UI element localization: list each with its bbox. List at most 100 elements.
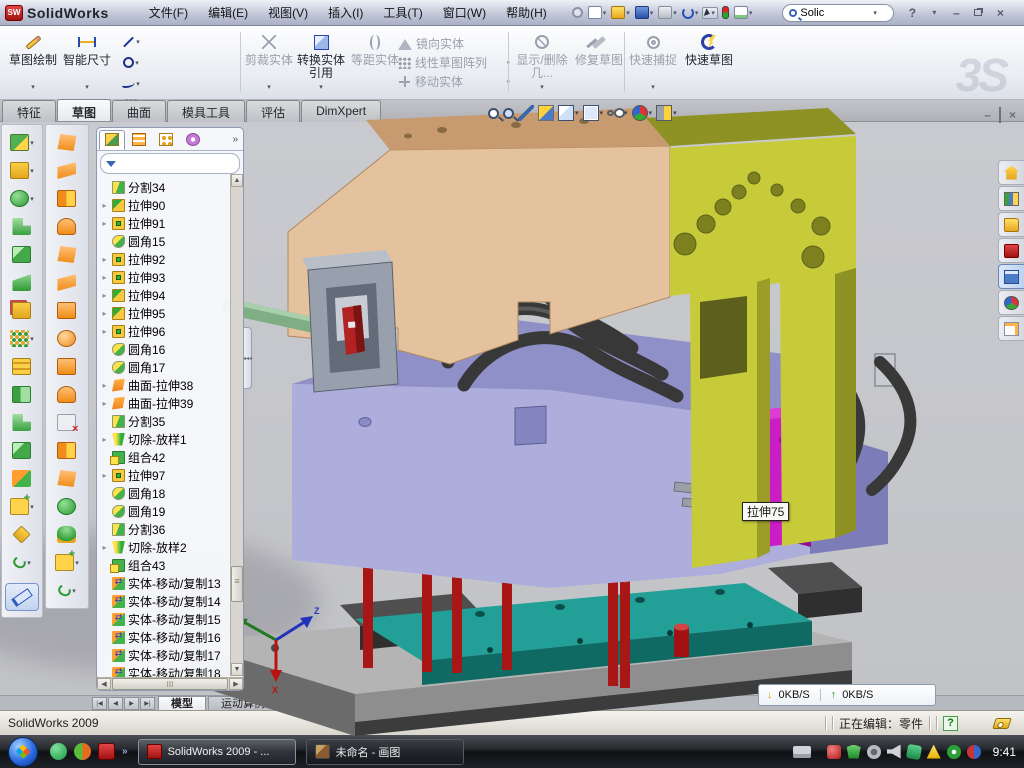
section-view-icon[interactable] [538, 105, 554, 121]
status-help-icon[interactable]: ? [943, 716, 958, 731]
move-entities-button[interactable]: 移动实体▾ [398, 72, 510, 91]
expand-arrow-icon[interactable] [100, 255, 109, 264]
thicken-icon[interactable] [57, 355, 76, 378]
design-library-tab-icon[interactable] [998, 186, 1024, 211]
offset-surface-icon[interactable] [57, 271, 76, 294]
menu-edit[interactable]: 编辑(E) [198, 0, 258, 25]
tree-item[interactable]: 实体-移动/复制17 [100, 646, 243, 664]
tree-item[interactable]: 拉伸92 [100, 250, 243, 268]
tree-item[interactable]: 圆角15 [100, 232, 243, 250]
tab-evaluate[interactable]: 评估 [246, 100, 300, 122]
doc-minimize-button[interactable]: – [984, 108, 991, 122]
tree-item[interactable]: 曲面-拉伸39 [100, 394, 243, 412]
tree-item[interactable]: 分割35 [100, 412, 243, 430]
3d-model-viewport[interactable]: Y Z X [180, 122, 1024, 695]
search-dropdown-icon[interactable]: ▾ [873, 9, 877, 17]
hole-icon[interactable] [15, 523, 28, 546]
close-button[interactable]: × [990, 5, 1010, 20]
antivirus-tray-icon[interactable] [827, 745, 841, 759]
spline-icon[interactable] [116, 73, 146, 94]
tree-item[interactable]: 圆角16 [100, 340, 243, 358]
sync-tray-icon[interactable] [967, 745, 981, 759]
expand-arrow-icon[interactable] [100, 273, 109, 282]
tag-icon[interactable] [992, 718, 1012, 729]
trim-entities-button[interactable]: 剪裁实体▾ [244, 30, 294, 94]
scroll-left-icon[interactable]: ◀ [97, 678, 111, 690]
tree-item[interactable]: 分割34 [100, 178, 243, 196]
taskbar-clock[interactable]: 9:41 [993, 745, 1016, 759]
draft-icon[interactable] [12, 439, 31, 462]
pattern-icon[interactable] [10, 327, 34, 350]
rapid-sketch-button[interactable]: 快速草图 [684, 30, 734, 94]
taskbar-window-solidworks[interactable]: SolidWorks 2009 - ... [138, 739, 296, 765]
options-icon[interactable] [733, 5, 754, 20]
quick-snaps-button[interactable]: 快速捕捉▾ [628, 30, 678, 94]
update-tray-icon[interactable] [867, 745, 881, 759]
last-tab-icon[interactable]: ▶| [140, 697, 155, 710]
panel-overflow-icon[interactable]: » [232, 134, 241, 145]
dimxpertmanager-tab-icon[interactable] [180, 130, 206, 150]
feature-wizard-icon[interactable] [12, 299, 31, 322]
expand-arrow-icon[interactable] [100, 399, 109, 408]
minimize-button[interactable]: – [946, 5, 966, 20]
tab-dimxpert[interactable]: DimXpert [301, 100, 381, 122]
security-center-tray-icon[interactable] [947, 745, 961, 759]
solidworks-resources-tab-icon[interactable] [998, 238, 1024, 263]
print-icon[interactable] [657, 5, 678, 20]
save-icon[interactable] [634, 5, 655, 20]
scroll-right-icon[interactable]: ▶ [229, 678, 243, 690]
fillet-surface-icon[interactable] [57, 495, 76, 518]
move-body-icon[interactable] [12, 467, 31, 490]
tree-horizontal-scrollbar[interactable]: ◀ III ▶ [97, 677, 243, 690]
appearance-icon[interactable] [632, 105, 653, 121]
boundary-surface-icon[interactable] [57, 243, 76, 266]
undo-icon[interactable] [681, 6, 700, 20]
tree-item[interactable]: 组合43 [100, 556, 243, 574]
expand-arrow-icon[interactable] [100, 381, 109, 390]
tree-item[interactable]: 拉伸96 [100, 322, 243, 340]
tree-item[interactable]: 拉伸95 [100, 304, 243, 322]
measure-button[interactable] [5, 583, 39, 611]
tab-sketch[interactable]: 草图 [57, 99, 111, 121]
tree-item[interactable]: 切除-放样2 [100, 538, 243, 556]
curve-icon[interactable] [13, 551, 31, 574]
tree-item[interactable]: 圆角18 [100, 484, 243, 502]
ruled-surface-icon[interactable] [57, 159, 76, 182]
repair-sketch-button[interactable]: 修复草图 [574, 30, 624, 94]
tree-item[interactable]: 圆角17 [100, 358, 243, 376]
tree-item[interactable]: 拉伸90 [100, 196, 243, 214]
defender-tray-icon[interactable] [847, 745, 861, 759]
menu-insert[interactable]: 插入(I) [318, 0, 373, 25]
tab-features[interactable]: 特征 [2, 100, 56, 122]
expand-arrow-icon[interactable] [100, 309, 109, 318]
file-explorer-tab-icon[interactable] [998, 212, 1024, 237]
scroll-down-icon[interactable]: ▼ [231, 663, 243, 676]
prev-tab-icon[interactable]: ◀ [108, 697, 123, 710]
lofted-surface-icon[interactable] [57, 215, 76, 238]
insert-into-new-part-icon[interactable] [10, 131, 34, 154]
tab-surfaces[interactable]: 曲面 [112, 100, 166, 122]
tree-item[interactable]: 实体-移动/复制18 [100, 664, 243, 677]
tree-item[interactable]: 曲面-拉伸38 [100, 376, 243, 394]
boss-base-icon[interactable] [10, 159, 34, 182]
scrollbar-thumb[interactable]: III [112, 678, 228, 690]
open-file-icon[interactable] [610, 5, 631, 20]
tree-item[interactable]: 组合42 [100, 448, 243, 466]
keyboard-layout-icon[interactable] [793, 746, 811, 758]
hide-show-items-icon[interactable] [607, 109, 628, 117]
mirror-entities-button[interactable]: 镜向实体 [398, 34, 510, 53]
wedge-feature-icon[interactable] [12, 271, 31, 294]
sketch-button[interactable]: 草图绘制▾ [8, 30, 58, 94]
tree-item[interactable]: 拉伸94 [100, 286, 243, 304]
insert-part-icon[interactable] [10, 495, 34, 518]
doc-restore-button[interactable] [999, 108, 1001, 122]
tree-item[interactable]: 实体-移动/复制13 [100, 574, 243, 592]
cube-feature-icon[interactable] [12, 243, 31, 266]
offset-entities-button[interactable]: 等距实体 [350, 30, 400, 94]
expand-arrow-icon[interactable] [100, 291, 109, 300]
new-file-icon[interactable] [587, 5, 608, 20]
select-icon[interactable] [702, 7, 718, 19]
rib-icon[interactable] [12, 355, 31, 378]
expand-arrow-icon[interactable] [100, 201, 109, 210]
freeform-icon[interactable] [55, 551, 79, 574]
